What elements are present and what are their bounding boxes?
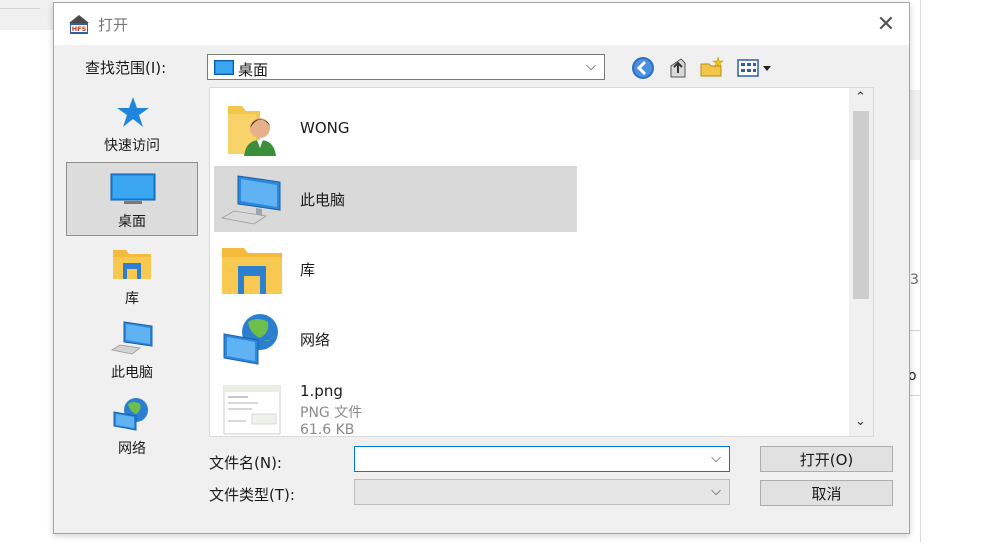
filename-combo[interactable]: ⌵ [354,446,730,472]
vertical-scrollbar[interactable]: ⌃ ⌄ [849,88,873,436]
list-item-1-png[interactable]: 1.png PNG 文件 61.6 KB [214,376,577,437]
list-item-wong[interactable]: WONG [214,96,577,162]
place-quick-access[interactable]: 快速访问 [66,92,198,158]
filetype-combo[interactable]: ⌵ [354,479,730,505]
place-desktop[interactable]: 桌面 [66,162,198,236]
open-file-dialog: HFS 打开 ✕ 查找范围(I): 桌面 ⌵ 快速访问 桌面 库 此电脑 网络 … [53,2,910,534]
open-button[interactable]: 打开(O) [760,446,893,472]
library-icon [113,250,151,279]
list-item-network[interactable]: 网络 [214,306,577,372]
title-bar: HFS 打开 ✕ [54,3,909,45]
computer-icon [220,175,281,225]
new-folder-icon[interactable] [699,55,725,81]
file-name: 网络 [300,331,331,349]
filename-label: 文件名(N): [209,454,282,472]
place-library[interactable]: 库 [66,242,198,308]
lookin-value: 桌面 [238,61,269,79]
network-icon [113,398,148,431]
up-folder-icon[interactable] [665,55,691,81]
computer-icon [110,321,153,355]
file-list: WONG 此电脑 库 网络 1.png PNG 文件 61.6 KB ⌃ ⌄ [209,87,874,437]
filetype-label: 文件类型(T): [209,486,295,504]
list-item-library[interactable]: 库 [214,236,577,302]
place-label: 网络 [118,441,146,457]
places-bar: 快速访问 桌面 库 此电脑 网络 [66,86,200,458]
file-size: 61.6 KB [300,422,355,437]
network-icon [223,314,278,365]
image-thumbnail-icon [223,385,281,435]
svg-text:HFS: HFS [72,25,87,33]
place-this-pc[interactable]: 此电脑 [66,316,198,382]
view-menu-icon[interactable] [736,55,776,81]
file-name: 此电脑 [300,191,346,209]
star-icon [117,97,149,127]
place-label: 桌面 [118,214,146,230]
scroll-down-icon[interactable]: ⌄ [855,414,866,429]
scroll-up-icon[interactable]: ⌃ [855,90,866,105]
back-icon[interactable] [630,55,656,81]
filename-input[interactable] [355,447,707,471]
library-icon [222,248,282,294]
desktop-icon [110,173,156,204]
chevron-down-icon[interactable]: ⌵ [586,59,596,74]
scroll-thumb[interactable] [853,111,869,299]
file-name: 库 [300,261,316,279]
list-item-this-pc[interactable]: 此电脑 [214,166,577,232]
background-text: 3 [910,272,919,288]
user-folder-icon [228,106,276,156]
file-type: PNG 文件 [300,405,363,421]
place-label: 库 [125,291,139,307]
place-label: 此电脑 [111,365,153,381]
desktop-icon [214,60,234,75]
close-icon: ✕ [876,11,896,37]
chevron-down-icon[interactable]: ⌵ [711,451,721,466]
file-name: 1.png [300,382,343,400]
background-rule [0,8,40,9]
hfs-app-icon: HFS [67,13,91,35]
dialog-title: 打开 [98,16,129,34]
close-button[interactable]: ✕ [869,7,903,41]
cancel-button[interactable]: 取消 [760,480,893,506]
place-network[interactable]: 网络 [66,392,198,458]
file-name: WONG [300,119,350,137]
lookin-label: 查找范围(I): [85,59,167,77]
lookin-combo[interactable]: 桌面 ⌵ [207,54,605,80]
chevron-down-icon[interactable]: ⌵ [711,484,721,499]
background-menu-strip [0,0,53,30]
place-label: 快速访问 [104,138,160,154]
